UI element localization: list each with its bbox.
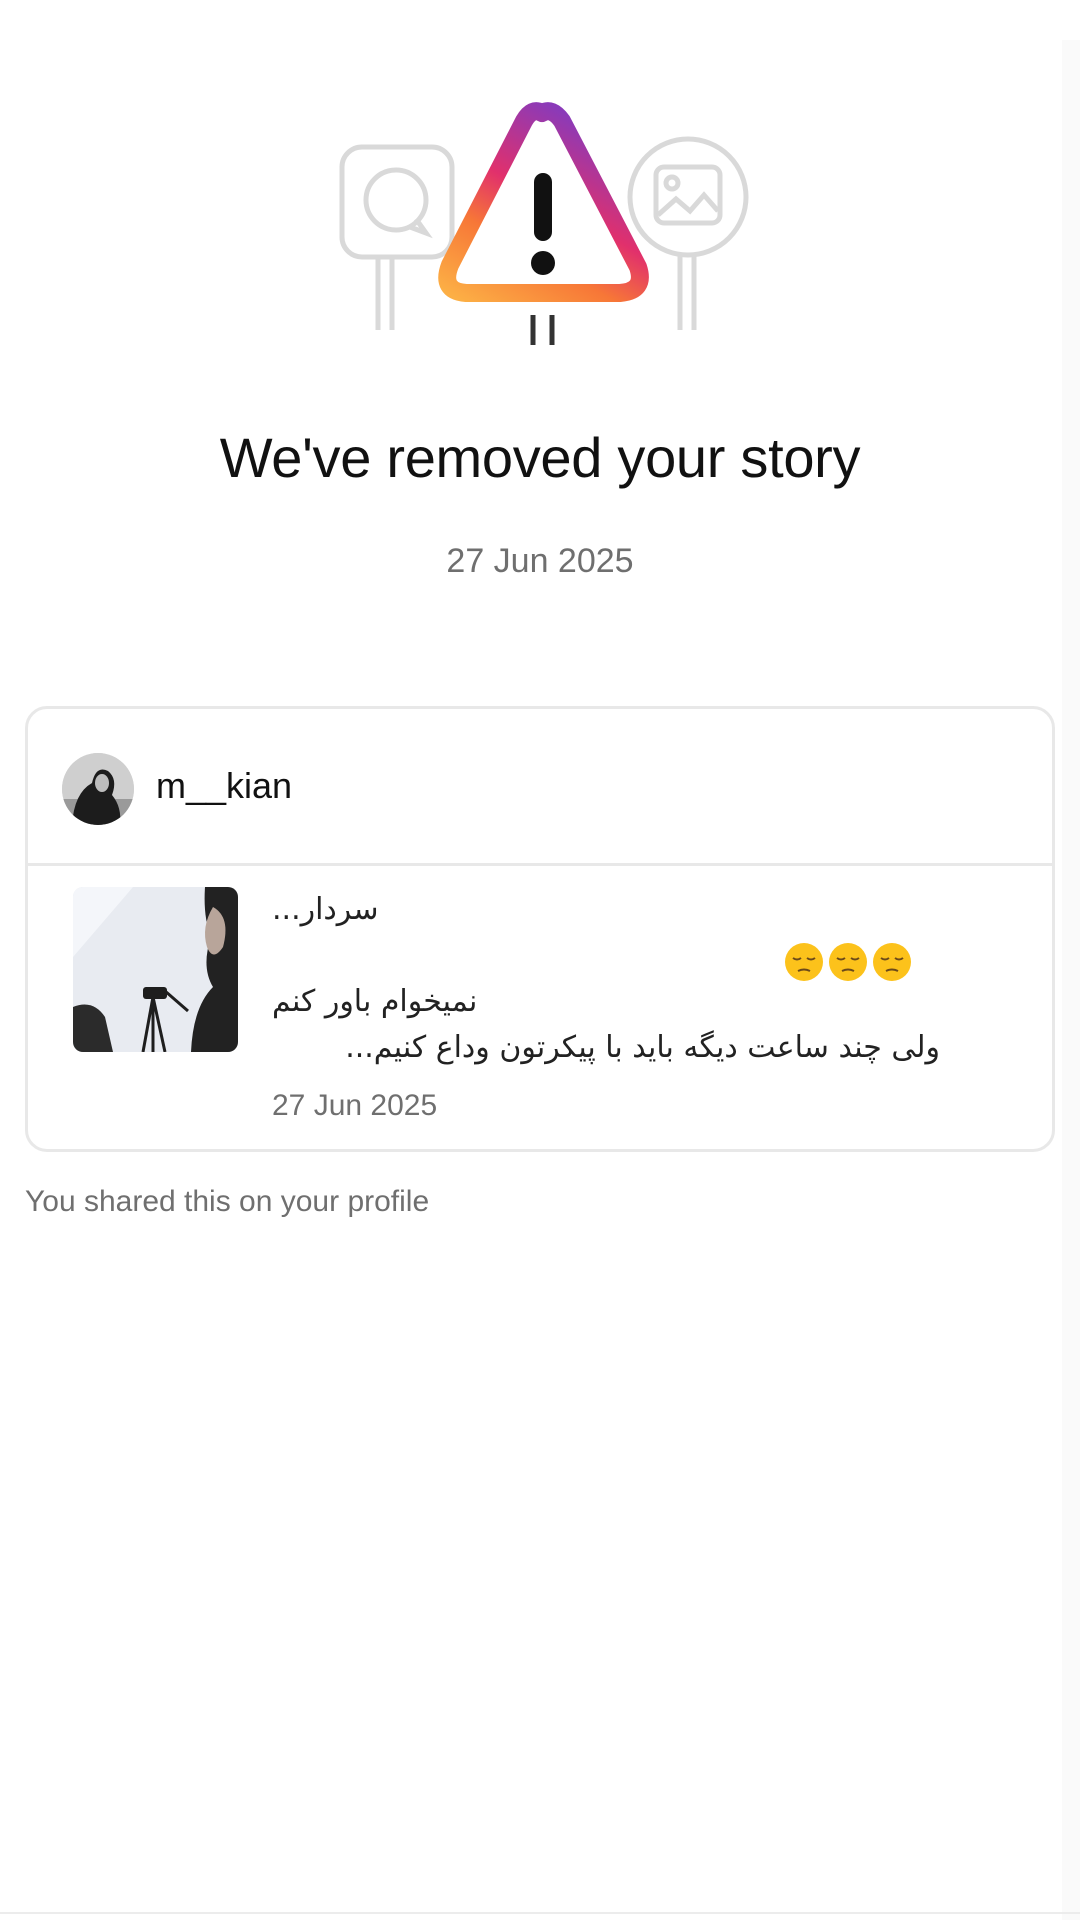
caption-line: نمیخوام باور کنم — [272, 984, 478, 1019]
page-title: We've removed your story — [219, 426, 861, 489]
caption-line: سردار... — [272, 892, 379, 927]
card-header: m__kian — [28, 709, 1052, 866]
side-edge — [1062, 40, 1080, 1920]
pensive-face-emoji-icon — [873, 943, 911, 981]
profile-avatar-image — [62, 753, 134, 825]
username[interactable]: m__kian — [156, 765, 292, 807]
story-card[interactable]: m__kian سردار... نمیخوام باور کنم ولی چن… — [25, 706, 1055, 1152]
emoji-row — [783, 941, 913, 985]
removed-story-illustration — [320, 95, 760, 360]
caption-line: ولی چند ساعت دیگه باید با پیکرتون وداع ک… — [345, 1030, 940, 1065]
story-thumbnail-image — [73, 887, 238, 1052]
avatar[interactable] — [62, 753, 134, 825]
story-date: 27 Jun 2025 — [272, 1089, 438, 1122]
removal-date: 27 Jun 2025 — [446, 542, 634, 580]
warning-triangle-icon — [339, 102, 749, 345]
pensive-face-emoji-icon — [829, 943, 867, 981]
bottom-divider — [0, 1912, 1080, 1914]
story-thumbnail[interactable] — [73, 887, 238, 1052]
pensive-face-emoji-icon — [785, 943, 823, 981]
shared-note: You shared this on your profile — [25, 1185, 430, 1218]
